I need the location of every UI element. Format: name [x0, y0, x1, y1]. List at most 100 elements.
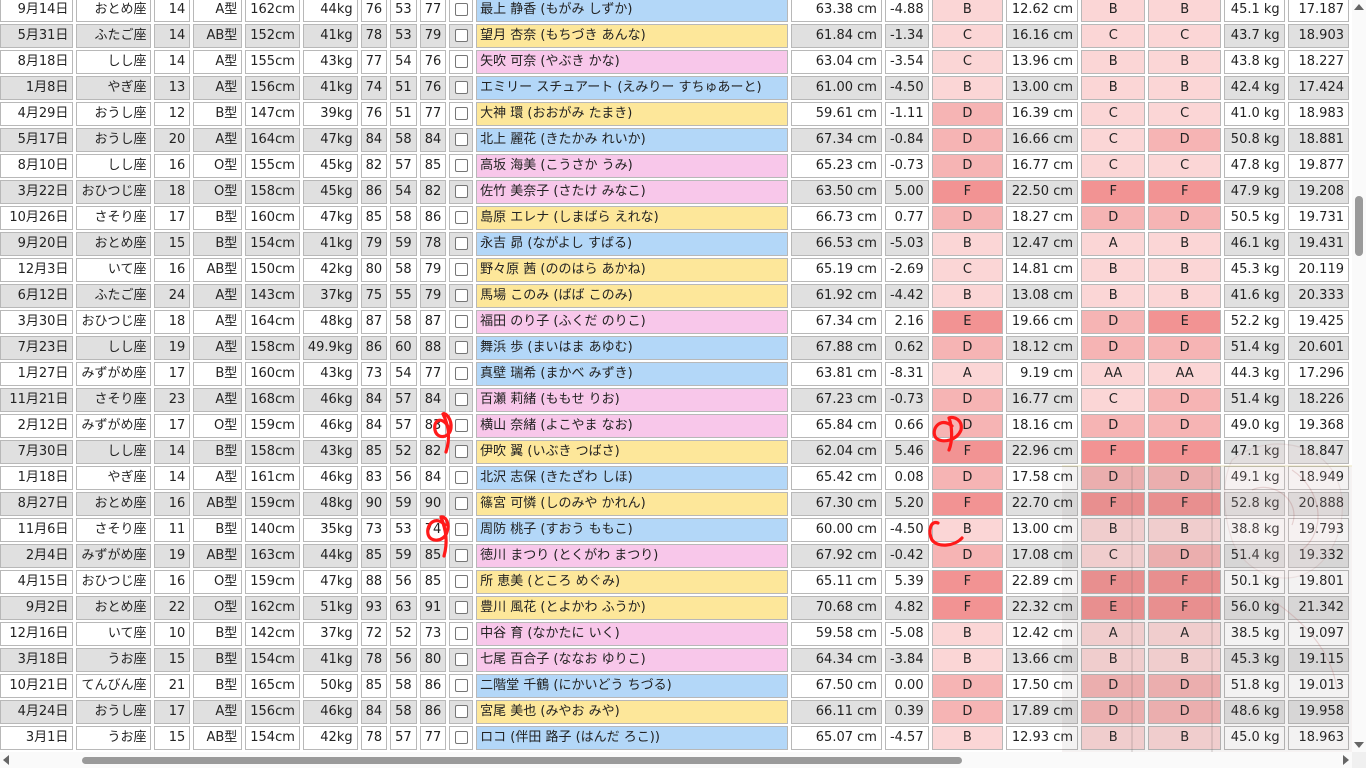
checkbox-icon[interactable]	[454, 627, 468, 640]
checkbox-icon[interactable]	[454, 133, 468, 146]
cell-checkbox[interactable]	[449, 700, 474, 724]
checkbox-icon[interactable]	[454, 237, 468, 250]
cell-checkbox[interactable]	[449, 518, 474, 542]
cell-checkbox[interactable]	[449, 492, 474, 516]
cell-birthday: 7月30日	[0, 440, 74, 464]
cell-birthday: 12月16日	[0, 622, 74, 646]
checkbox-icon[interactable]	[454, 159, 468, 172]
cell-weight: 48kg	[302, 492, 358, 516]
checkbox-icon[interactable]	[454, 289, 468, 302]
checkbox-icon[interactable]	[454, 445, 468, 458]
checkbox-icon[interactable]	[454, 731, 468, 744]
cell-checkbox[interactable]	[449, 726, 474, 750]
cell-checkbox[interactable]	[449, 414, 474, 438]
cell-checkbox[interactable]	[449, 622, 474, 646]
cell-length: 67.92 cm	[791, 544, 882, 568]
cell-height: 158cm	[245, 180, 300, 204]
cell-checkbox[interactable]	[449, 310, 474, 334]
cell-checkbox[interactable]	[449, 0, 474, 22]
cell-value-2: 19.66 cm	[1006, 310, 1079, 334]
cell-kg: 45.1 kg	[1223, 0, 1285, 22]
cell-kg: 56.0 kg	[1223, 596, 1285, 620]
cell-checkbox[interactable]	[449, 232, 474, 256]
checkbox-icon[interactable]	[454, 601, 468, 614]
checkbox-icon[interactable]	[454, 341, 468, 354]
cell-age: 17	[154, 700, 191, 724]
cell-checkbox[interactable]	[449, 258, 474, 282]
cell-checkbox[interactable]	[449, 180, 474, 204]
checkbox-icon[interactable]	[454, 81, 468, 94]
cell-checkbox[interactable]	[449, 50, 474, 74]
cell-checkbox[interactable]	[449, 24, 474, 48]
cell-grade-1: E	[931, 310, 1004, 334]
cell-height: 160cm	[245, 362, 300, 386]
checkbox-icon[interactable]	[454, 55, 468, 68]
cell-hip: 91	[419, 596, 447, 620]
checkbox-icon[interactable]	[454, 367, 468, 380]
cell-hip: 87	[419, 310, 447, 334]
cell-weight: 48kg	[302, 310, 358, 334]
horizontal-scrollbar[interactable]	[0, 752, 1352, 768]
cell-checkbox[interactable]	[449, 154, 474, 178]
cell-grade-3: AA	[1148, 362, 1221, 386]
checkbox-icon[interactable]	[454, 393, 468, 406]
cell-bust: 84	[360, 700, 388, 724]
cell-age: 17	[154, 206, 191, 230]
cell-checkbox[interactable]	[449, 570, 474, 594]
cell-bust: 86	[360, 336, 388, 360]
checkbox-icon[interactable]	[454, 3, 468, 16]
checkbox-icon[interactable]	[454, 653, 468, 666]
data-table-viewport[interactable]: 9月14日 おとめ座 14 A型 162cm 44kg 76 53 77 最上 静香 (もがみ し…	[0, 0, 1352, 752]
checkbox-icon[interactable]	[454, 497, 468, 510]
cell-checkbox[interactable]	[449, 362, 474, 386]
scroll-down-arrow-icon[interactable]	[1354, 742, 1364, 748]
cell-grade-3: A	[1148, 622, 1221, 646]
cell-length: 66.73 cm	[791, 206, 882, 230]
checkbox-icon[interactable]	[454, 419, 468, 432]
checkbox-icon[interactable]	[454, 263, 468, 276]
cell-checkbox[interactable]	[449, 102, 474, 126]
cell-waist: 58	[390, 310, 417, 334]
cell-checkbox[interactable]	[449, 206, 474, 230]
cell-name: 篠宮 可憐 (しのみや かれん)	[476, 492, 789, 516]
scroll-up-arrow-icon[interactable]	[1354, 4, 1364, 10]
checkbox-icon[interactable]	[454, 315, 468, 328]
checkbox-icon[interactable]	[454, 575, 468, 588]
checkbox-icon[interactable]	[454, 185, 468, 198]
cell-checkbox[interactable]	[449, 388, 474, 412]
cell-checkbox[interactable]	[449, 440, 474, 464]
checkbox-icon[interactable]	[454, 211, 468, 224]
cell-grade-2: B	[1081, 50, 1146, 74]
cell-checkbox[interactable]	[449, 76, 474, 100]
cell-checkbox[interactable]	[449, 466, 474, 490]
cell-checkbox[interactable]	[449, 596, 474, 620]
cell-checkbox[interactable]	[449, 648, 474, 672]
cell-length: 66.11 cm	[791, 700, 882, 724]
scroll-right-arrow-icon[interactable]	[1343, 755, 1349, 765]
checkbox-icon[interactable]	[454, 29, 468, 42]
vertical-scrollbar[interactable]	[1352, 0, 1366, 752]
cell-kg: 41.0 kg	[1223, 102, 1285, 126]
cell-checkbox[interactable]	[449, 284, 474, 308]
cell-checkbox[interactable]	[449, 674, 474, 698]
table-row: 3月1日 うお座 15 AB型 154cm 42kg 78 57 77 ロコ (伴田 路子 (はん…	[0, 726, 1349, 750]
checkbox-icon[interactable]	[454, 679, 468, 692]
cell-height: 156cm	[245, 76, 300, 100]
checkbox-icon[interactable]	[454, 471, 468, 484]
cell-checkbox[interactable]	[449, 544, 474, 568]
vertical-scroll-thumb[interactable]	[1355, 196, 1363, 256]
scroll-left-arrow-icon[interactable]	[3, 755, 9, 765]
cell-grade-3: B	[1148, 726, 1221, 750]
cell-birthday: 7月23日	[0, 336, 74, 360]
checkbox-icon[interactable]	[454, 705, 468, 718]
horizontal-scroll-thumb[interactable]	[82, 757, 962, 764]
checkbox-icon[interactable]	[454, 107, 468, 120]
cell-height: 158cm	[245, 440, 300, 464]
cell-length: 61.84 cm	[791, 24, 882, 48]
cell-checkbox[interactable]	[449, 336, 474, 360]
checkbox-icon[interactable]	[454, 549, 468, 562]
cell-checkbox[interactable]	[449, 128, 474, 152]
cell-bust: 90	[360, 492, 388, 516]
cell-weight: 43kg	[302, 50, 358, 74]
checkbox-icon[interactable]	[454, 523, 468, 536]
